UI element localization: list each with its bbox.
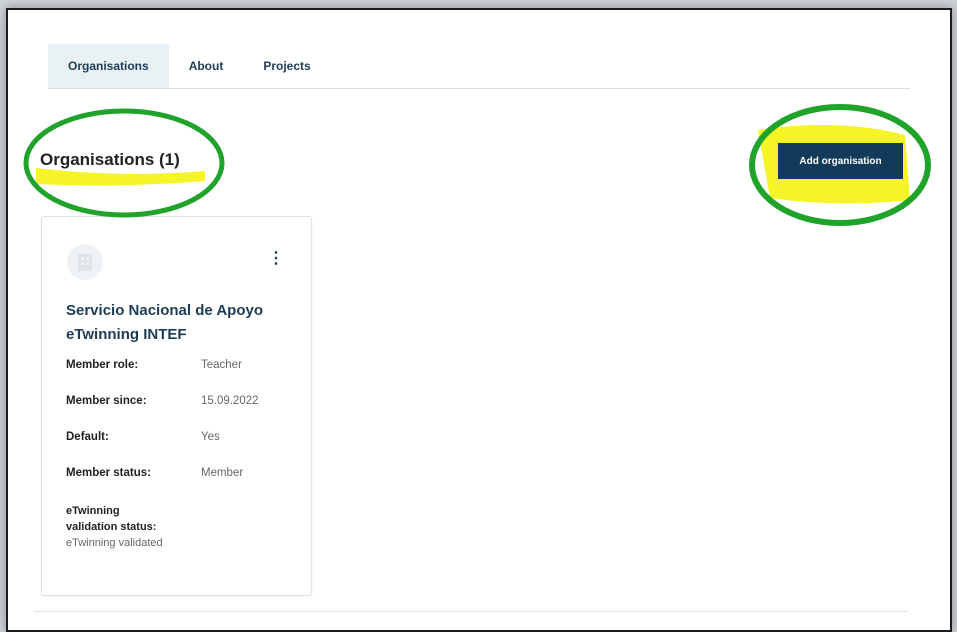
field-label: Member since: [66, 395, 147, 407]
field-validation-status: eTwinning validation status: eTwinning v… [66, 503, 163, 551]
field-member-status: Member status: Member [66, 467, 243, 479]
field-default: Default: Yes [66, 431, 220, 443]
validation-label-line2: validation status: [66, 521, 157, 533]
field-value: Member [201, 467, 244, 479]
page-title: Organisations (1) [40, 150, 180, 169]
field-label: Default: [66, 431, 109, 443]
tab-projects[interactable]: Projects [243, 44, 330, 88]
tab-bar: Organisations About Projects [48, 44, 910, 89]
field-label: Member role: [66, 359, 139, 371]
validation-label-line1: eTwinning [66, 505, 120, 517]
field-value: Yes [201, 431, 220, 443]
add-organisation-button[interactable]: Add organisation [778, 143, 903, 179]
tab-organisations[interactable]: Organisations [48, 44, 169, 88]
field-value: Teacher [201, 359, 242, 371]
divider [34, 611, 908, 612]
field-member-since: Member since: 15.09.2022 [66, 395, 259, 407]
organisation-name[interactable]: Servicio Nacional de Apoyo eTwinning INT… [66, 299, 296, 347]
organisation-card: ⋮ Servicio Nacional de Apoyo eTwinning I… [41, 216, 312, 596]
building-icon [67, 244, 103, 280]
validation-value: eTwinning validated [66, 537, 163, 549]
field-value: 15.09.2022 [201, 395, 259, 407]
field-label: Member status: [66, 467, 151, 479]
tab-about[interactable]: About [169, 44, 244, 88]
kebab-menu-icon[interactable]: ⋮ [268, 248, 284, 268]
field-member-role: Member role: Teacher [66, 359, 242, 371]
